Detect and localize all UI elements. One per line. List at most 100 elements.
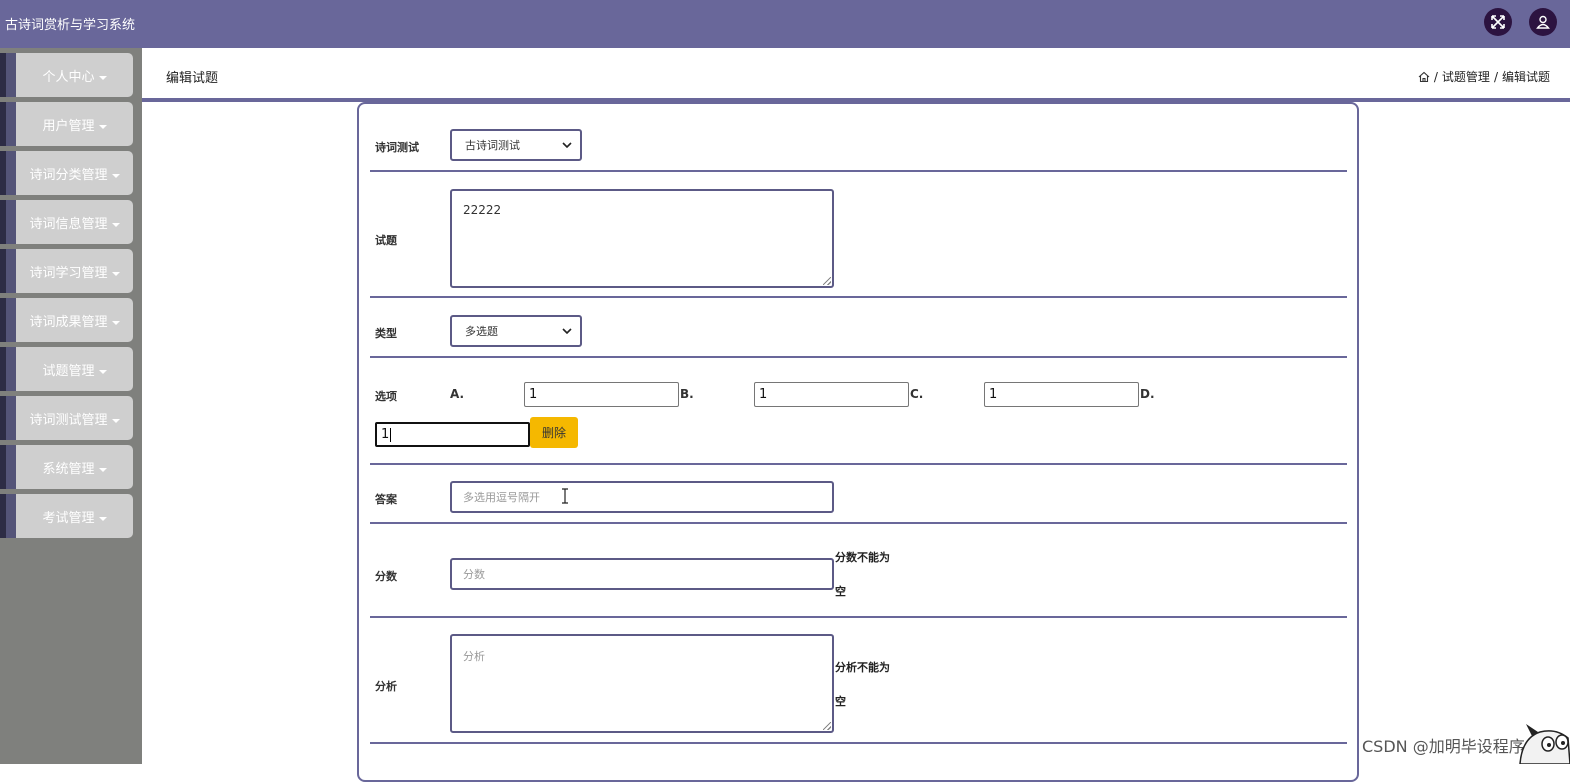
- sidebar-item-label-wrap: 诗词成果管理: [16, 311, 133, 330]
- expand-icon[interactable]: [1484, 8, 1512, 36]
- user-icon[interactable]: [1529, 8, 1557, 36]
- breadcrumb-current: 编辑试题: [1501, 70, 1550, 84]
- sidebar-item-marker-2: [6, 200, 16, 244]
- test-select-value: 古诗词测试: [465, 139, 520, 152]
- sidebar-item-poem-category[interactable]: 诗词分类管理: [0, 151, 133, 195]
- sidebar-item-marker-2: [6, 298, 16, 342]
- score-error: 分数不能为 空: [835, 541, 905, 609]
- chevron-down-icon: [562, 142, 572, 148]
- sidebar-item-label: 试题管理: [42, 364, 95, 379]
- resize-handle-icon[interactable]: [823, 277, 831, 285]
- sidebar-item-label-wrap: 诗词分类管理: [16, 164, 133, 183]
- sidebar-item-label: 诗词学习管理: [29, 266, 108, 281]
- sidebar-item-marker-2: [6, 396, 16, 440]
- option-b-value: 1: [759, 387, 768, 402]
- sidebar-item-label: 诗词信息管理: [29, 217, 108, 232]
- sidebar-item-poem-results[interactable]: 诗词成果管理: [0, 298, 133, 342]
- option-b-input[interactable]: 1: [754, 382, 909, 407]
- question-label: 试题: [375, 234, 397, 247]
- text-caret: [390, 427, 392, 442]
- sidebar-item-marker-2: [6, 347, 16, 391]
- test-select[interactable]: 古诗词测试: [450, 129, 582, 161]
- sidebar-item-poem-study[interactable]: 诗词学习管理: [0, 249, 133, 293]
- analysis-error: 分析不能为 空: [835, 651, 905, 719]
- caret-down-icon: [98, 369, 107, 374]
- sidebar-item-marker-2: [6, 445, 16, 489]
- sidebar-item-label-wrap: 系统管理: [16, 458, 133, 477]
- score-label: 分数: [375, 570, 397, 583]
- sidebar-item-label-wrap: 诗词测试管理: [16, 409, 133, 428]
- sidebar-item-label: 诗词成果管理: [29, 315, 108, 330]
- row-divider: [370, 522, 1347, 524]
- row-divider: [370, 170, 1347, 172]
- app-title: 古诗词赏析与学习系统: [5, 18, 136, 33]
- sidebar-item-user-management[interactable]: 用户管理: [0, 102, 133, 146]
- page-title: 编辑试题: [166, 71, 219, 86]
- caret-down-icon: [111, 418, 120, 423]
- question-text: 22222: [463, 203, 502, 217]
- breadcrumb-separator: /: [1493, 69, 1498, 84]
- sidebar-item-label-wrap: 个人中心: [16, 66, 133, 85]
- breadcrumb-separator: /: [1433, 69, 1438, 84]
- row-divider: [370, 356, 1347, 358]
- options-label: 选项: [375, 390, 397, 403]
- option-d-value: 1: [381, 427, 390, 442]
- sidebar-item-system-management[interactable]: 系统管理: [0, 445, 133, 489]
- sidebar-item-label-wrap: 诗词学习管理: [16, 262, 133, 281]
- option-c-input[interactable]: 1: [984, 382, 1139, 407]
- test-label: 诗词测试: [375, 141, 419, 154]
- text-cursor-icon: [562, 488, 568, 504]
- sidebar-item-marker-2: [6, 249, 16, 293]
- sidebar-item-marker-2: [6, 102, 16, 146]
- mascot-icon: [1519, 724, 1570, 764]
- answer-label: 答案: [375, 493, 397, 506]
- row-divider: [370, 296, 1347, 298]
- user-icon-glyph: [1536, 15, 1550, 29]
- caret-down-icon: [98, 75, 107, 80]
- sidebar-item-label: 诗词分类管理: [29, 168, 108, 183]
- sidebar: 个人中心 用户管理 诗词分类管理 诗词信息管理 诗词学习管理 诗词成果管理 试题…: [0, 48, 142, 764]
- sidebar-item-marker-2: [6, 53, 16, 97]
- score-error-line1: 分数不能为: [835, 551, 890, 564]
- sidebar-item-poem-info[interactable]: 诗词信息管理: [0, 200, 133, 244]
- score-error-line2: 空: [835, 585, 846, 598]
- type-select-value: 多选题: [465, 325, 498, 338]
- option-d-input[interactable]: 1: [375, 422, 530, 447]
- caret-down-icon: [111, 320, 120, 325]
- answer-input[interactable]: 多选用逗号隔开: [450, 481, 834, 513]
- caret-down-icon: [98, 124, 107, 129]
- sidebar-item-label-wrap: 用户管理: [16, 115, 133, 134]
- delete-option-button[interactable]: 删除: [530, 417, 578, 448]
- top-bar: 古诗词赏析与学习系统: [0, 0, 1570, 48]
- sidebar-item-poem-test[interactable]: 诗词测试管理: [0, 396, 133, 440]
- resize-handle-icon[interactable]: [823, 722, 831, 730]
- breadcrumb-parent[interactable]: 试题管理: [1442, 68, 1490, 85]
- score-input[interactable]: 分数: [450, 558, 834, 590]
- sidebar-item-exam-management[interactable]: 考试管理: [0, 494, 133, 538]
- analysis-label: 分析: [375, 680, 397, 693]
- page-header: 编辑试题 / 试题管理 / 编辑试题: [142, 48, 1570, 98]
- sidebar-item-personal-center[interactable]: 个人中心: [0, 53, 133, 97]
- sidebar-item-label: 诗词测试管理: [29, 413, 108, 428]
- analysis-textarea[interactable]: 分析: [450, 634, 834, 733]
- option-c-letter: C.: [910, 387, 924, 401]
- sidebar-item-label-wrap: 试题管理: [16, 360, 133, 379]
- caret-down-icon: [98, 467, 107, 472]
- sidebar-item-label: 考试管理: [42, 511, 95, 526]
- breadcrumb: / 试题管理 / 编辑试题: [1418, 68, 1550, 85]
- question-textarea[interactable]: 22222: [450, 189, 834, 288]
- sidebar-item-label: 用户管理: [42, 119, 95, 134]
- expand-icon-glyph: [1491, 15, 1505, 29]
- row-divider: [370, 742, 1347, 744]
- option-c-value: 1: [989, 387, 998, 402]
- option-a-input[interactable]: 1: [524, 382, 679, 407]
- home-icon[interactable]: [1418, 71, 1430, 83]
- answer-placeholder: 多选用逗号隔开: [463, 491, 540, 504]
- sidebar-item-question-management[interactable]: 试题管理: [0, 347, 133, 391]
- caret-down-icon: [98, 516, 107, 521]
- analysis-error-line1: 分析不能为: [835, 661, 890, 674]
- type-label: 类型: [375, 327, 397, 340]
- type-select[interactable]: 多选题: [450, 315, 582, 347]
- option-d-letter: D.: [1140, 387, 1155, 401]
- sidebar-item-marker-2: [6, 494, 16, 538]
